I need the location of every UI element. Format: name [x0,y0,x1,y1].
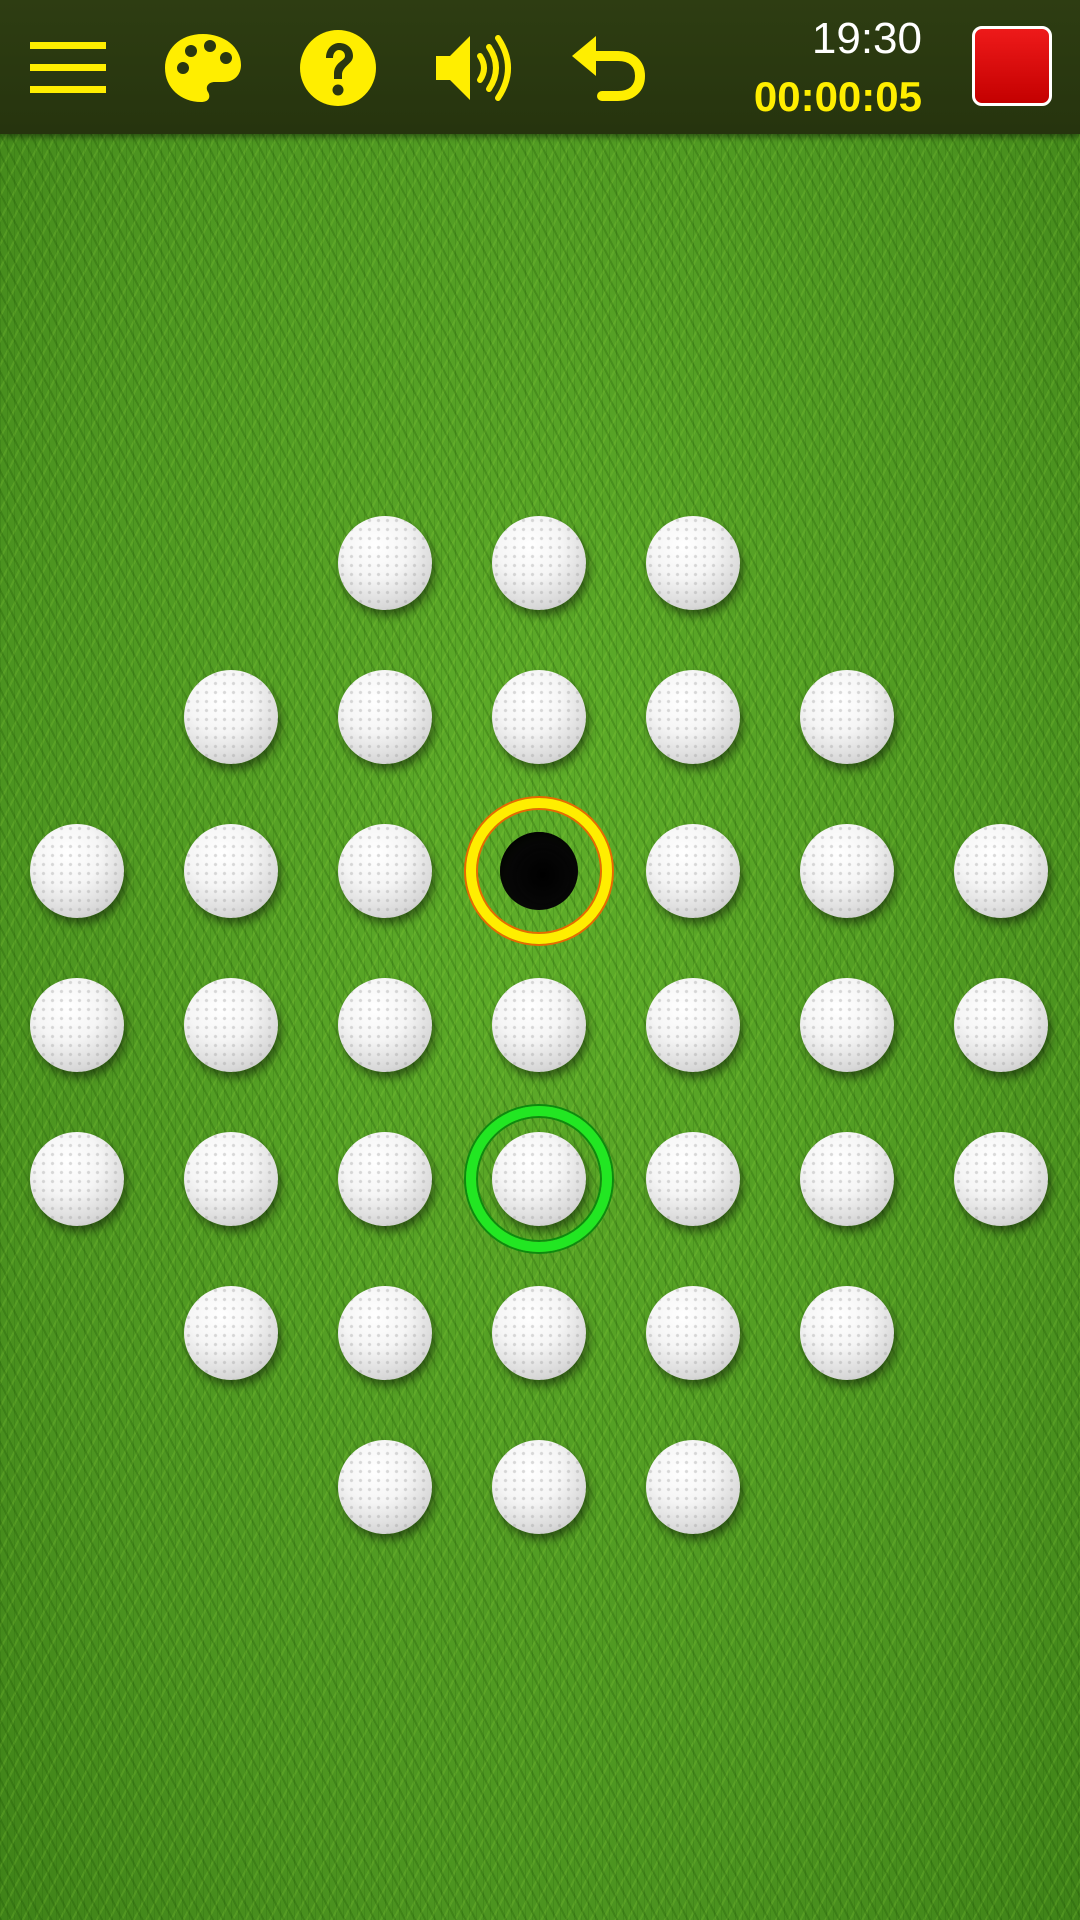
golf-ball-peg[interactable] [954,978,1048,1072]
golf-ball-icon [338,1286,432,1380]
golf-ball-icon [646,978,740,1072]
golf-ball-icon [646,670,740,764]
golf-ball-peg[interactable] [646,670,740,764]
golf-ball-icon [800,1286,894,1380]
golf-ball-peg[interactable] [954,824,1048,918]
golf-ball-icon [800,824,894,918]
peg-board [0,0,1080,1920]
golf-ball-peg[interactable] [338,824,432,918]
golf-ball-icon [338,978,432,1072]
golf-ball-icon [184,670,278,764]
golf-ball-icon [954,824,1048,918]
golf-ball-peg[interactable] [800,1132,894,1226]
golf-ball-peg[interactable] [184,824,278,918]
golf-ball-peg[interactable] [492,1132,586,1226]
golf-ball-icon [954,1132,1048,1226]
golf-ball-peg[interactable] [184,670,278,764]
golf-ball-peg[interactable] [800,824,894,918]
golf-ball-peg[interactable] [646,1440,740,1534]
golf-ball-peg[interactable] [30,978,124,1072]
golf-ball-icon [338,1440,432,1534]
golf-ball-icon [492,1286,586,1380]
golf-ball-icon [184,1132,278,1226]
golf-ball-peg[interactable] [30,824,124,918]
golf-ball-icon [646,1286,740,1380]
golf-ball-icon [954,978,1048,1072]
golf-ball-peg[interactable] [800,670,894,764]
golf-ball-peg[interactable] [492,978,586,1072]
golf-ball-peg[interactable] [338,978,432,1072]
golf-ball-icon [338,824,432,918]
golf-ball-peg[interactable] [800,1286,894,1380]
golf-ball-peg[interactable] [646,978,740,1072]
hole-icon [500,832,578,910]
golf-ball-icon [338,670,432,764]
golf-ball-icon [800,1132,894,1226]
golf-ball-peg[interactable] [338,516,432,610]
golf-ball-peg[interactable] [492,1440,586,1534]
golf-ball-peg[interactable] [338,1440,432,1534]
golf-ball-icon [30,824,124,918]
golf-ball-peg[interactable] [492,670,586,764]
golf-ball-icon [338,516,432,610]
golf-ball-icon [184,1286,278,1380]
golf-ball-icon [646,1132,740,1226]
golf-ball-icon [184,824,278,918]
golf-ball-peg[interactable] [184,1286,278,1380]
golf-ball-peg[interactable] [184,1132,278,1226]
golf-ball-peg[interactable] [338,1286,432,1380]
golf-ball-peg[interactable] [646,1132,740,1226]
golf-ball-icon [492,670,586,764]
golf-ball-icon [338,1132,432,1226]
golf-ball-icon [30,1132,124,1226]
golf-ball-icon [184,978,278,1072]
golf-ball-icon [646,1440,740,1534]
golf-ball-icon [492,978,586,1072]
golf-ball-peg[interactable] [30,1132,124,1226]
empty-hole[interactable] [492,824,586,918]
golf-ball-icon [492,1132,586,1226]
golf-ball-peg[interactable] [184,978,278,1072]
golf-ball-icon [800,670,894,764]
golf-ball-icon [646,824,740,918]
golf-ball-peg[interactable] [646,824,740,918]
golf-ball-peg[interactable] [646,1286,740,1380]
golf-ball-icon [800,978,894,1072]
golf-ball-peg[interactable] [338,670,432,764]
golf-ball-icon [492,1440,586,1534]
golf-ball-icon [646,516,740,610]
golf-ball-peg[interactable] [646,516,740,610]
golf-ball-peg[interactable] [338,1132,432,1226]
golf-ball-peg[interactable] [954,1132,1048,1226]
golf-ball-icon [492,516,586,610]
golf-ball-peg[interactable] [800,978,894,1072]
golf-ball-icon [30,978,124,1072]
golf-ball-peg[interactable] [492,516,586,610]
golf-ball-peg[interactable] [492,1286,586,1380]
